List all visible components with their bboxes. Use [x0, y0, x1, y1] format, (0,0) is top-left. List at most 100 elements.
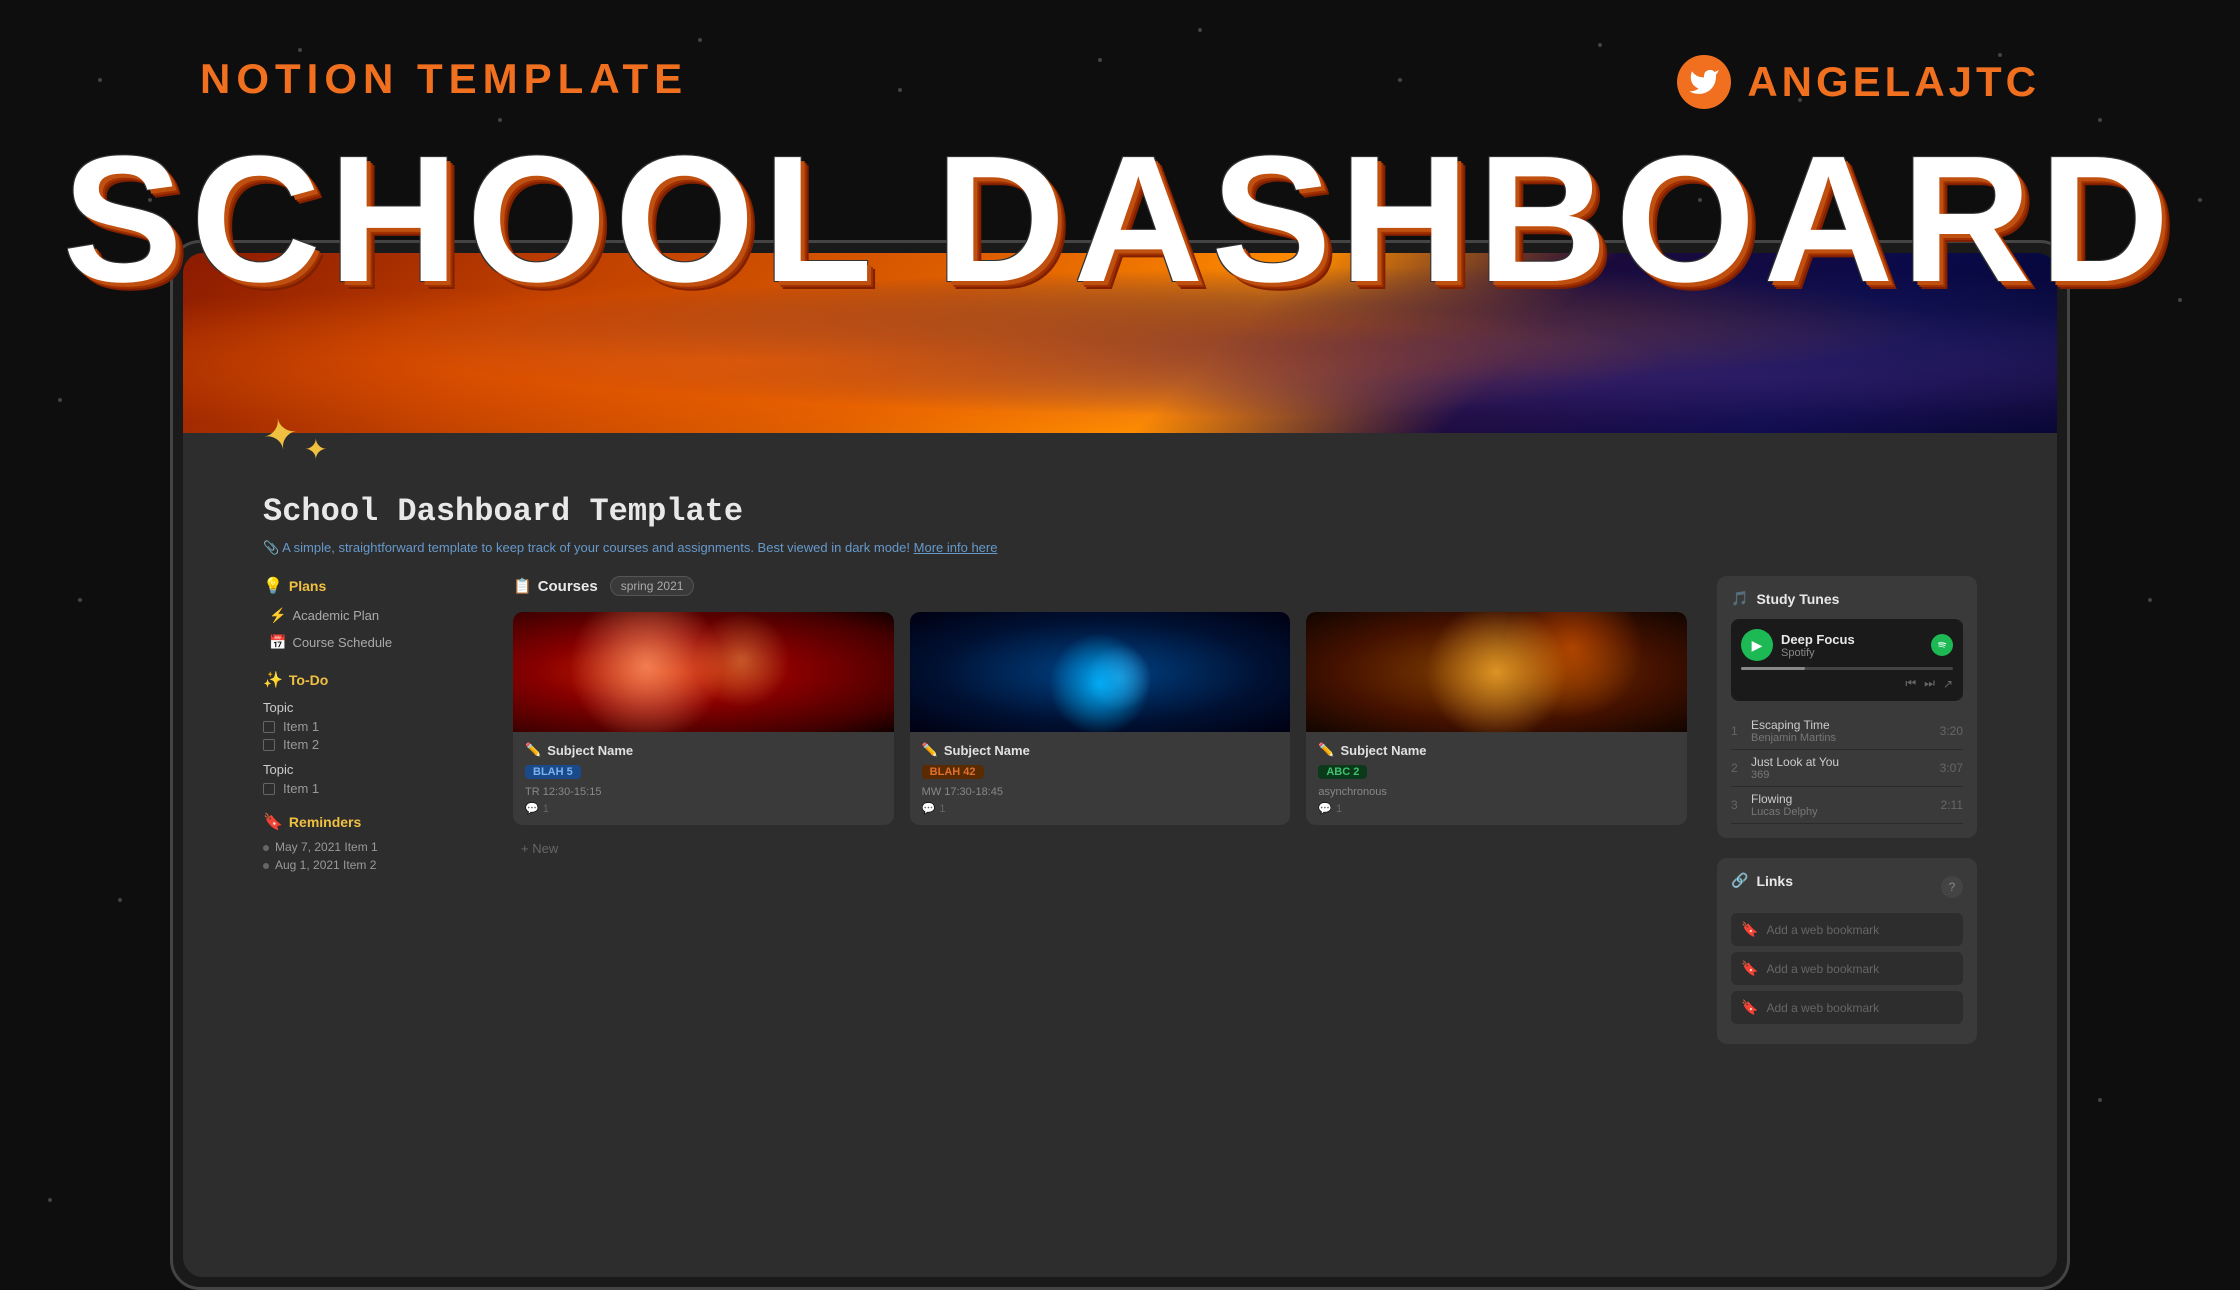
- checkbox-1-1[interactable]: [263, 721, 275, 733]
- academic-plan-label: Academic Plan: [292, 608, 379, 623]
- todo-item-1-1[interactable]: Item 1: [263, 719, 483, 734]
- course-schedule-icon: 📅: [269, 634, 286, 651]
- todo-item-label-2-1: Item 1: [283, 781, 319, 796]
- links-header: 🔗 Links: [1731, 872, 1793, 889]
- todo-label: To-Do: [289, 672, 328, 688]
- middle-panel: 📋 Courses spring 2021: [513, 576, 1687, 1044]
- share-icon[interactable]: ↗: [1943, 677, 1953, 691]
- track-artist-2: 369: [1751, 769, 1940, 781]
- notion-content: ✦ ✦ School Dashboard Template 📎 A simple…: [183, 433, 2057, 1084]
- course-info-1: ✏️ Subject Name BLAH 5 TR 12:30-15:15 💬 …: [513, 732, 894, 825]
- spotify-logo-icon: [1931, 634, 1953, 656]
- track-list: 1 Escaping Time Benjamin Martins 3:20: [1731, 713, 1963, 824]
- course-thumbnail-1: [513, 612, 894, 732]
- academic-plan-icon: ⚡: [269, 607, 286, 624]
- course-name-2: ✏️ Subject Name: [922, 742, 1279, 758]
- prev-icon[interactable]: ⏮: [1905, 676, 1916, 691]
- course-info-2: ✏️ Subject Name BLAH 42 MW 17:30-18:45 💬…: [910, 732, 1291, 825]
- link-item-2[interactable]: 🔖 Add a web bookmark: [1731, 952, 1963, 985]
- link-item-1[interactable]: 🔖 Add a web bookmark: [1731, 913, 1963, 946]
- page-subtitle: 📎 A simple, straightforward template to …: [263, 540, 1977, 556]
- todo-topic-1: Topic: [263, 700, 483, 715]
- links-header-row: 🔗 Links ?: [1731, 872, 1963, 901]
- spotify-top: ▶ Deep Focus Spotify: [1741, 629, 1953, 661]
- spotify-play-button[interactable]: ▶: [1741, 629, 1773, 661]
- academic-plan-item[interactable]: ⚡ Academic Plan: [263, 604, 483, 627]
- track-item-3[interactable]: 3 Flowing Lucas Delphy 2:11: [1731, 787, 1963, 824]
- track-duration-1: 3:20: [1940, 724, 1963, 738]
- track-num-1: 1: [1731, 724, 1751, 738]
- help-badge[interactable]: ?: [1941, 876, 1963, 898]
- twitter-handle: ANGELAJTC: [1677, 55, 2040, 109]
- add-new-button[interactable]: + New: [513, 837, 1687, 860]
- reminder-text-2: Aug 1, 2021 Item 2: [275, 858, 376, 872]
- course-schedule-2: MW 17:30-18:45: [922, 786, 1279, 798]
- spotify-progress-bar[interactable]: [1741, 667, 1953, 670]
- spotify-info: ▶ Deep Focus Spotify: [1741, 629, 1855, 661]
- course-card-1[interactable]: ✏️ Subject Name BLAH 5 TR 12:30-15:15 💬 …: [513, 612, 894, 825]
- link-item-3[interactable]: 🔖 Add a web bookmark: [1731, 991, 1963, 1024]
- courses-grid: ✏️ Subject Name BLAH 5 TR 12:30-15:15 💬 …: [513, 612, 1687, 825]
- spotify-playlist-title: Deep Focus: [1781, 632, 1855, 647]
- track-name-1: Escaping Time: [1751, 718, 1940, 732]
- course-schedule-3: asynchronous: [1318, 786, 1675, 798]
- track-duration-2: 3:07: [1940, 761, 1963, 775]
- course-schedule-1: TR 12:30-15:15: [525, 786, 882, 798]
- subtitle-link[interactable]: More info here: [914, 540, 998, 555]
- track-item-1[interactable]: 1 Escaping Time Benjamin Martins 3:20: [1731, 713, 1963, 750]
- checkbox-1-2[interactable]: [263, 739, 275, 751]
- twitter-handle-text: ANGELAJTC: [1747, 58, 2040, 106]
- course-pencil-icon-3: ✏️: [1318, 742, 1334, 758]
- links-label: Links: [1756, 873, 1793, 889]
- comment-icon-2: 💬: [922, 802, 936, 815]
- course-comments-3: 💬 1: [1318, 802, 1675, 815]
- todo-item-2-1[interactable]: Item 1: [263, 781, 483, 796]
- reminder-text-1: May 7, 2021 Item 1: [275, 840, 378, 854]
- comment-icon-3: 💬: [1318, 802, 1332, 815]
- track-item-2[interactable]: 2 Just Look at You 369 3:07: [1731, 750, 1963, 787]
- todo-item-label-1-1: Item 1: [283, 719, 319, 734]
- left-panel: 💡 Plans ⚡ Academic Plan 📅 Course Schedul…: [263, 576, 483, 1044]
- plans-icon: 💡: [263, 576, 283, 596]
- link-text-2: Add a web bookmark: [1766, 962, 1879, 976]
- course-name-1: ✏️ Subject Name: [525, 742, 882, 758]
- course-pencil-icon-2: ✏️: [922, 742, 938, 758]
- course-name-3: ✏️ Subject Name: [1318, 742, 1675, 758]
- reminder-dot-2: [263, 863, 269, 869]
- course-card-3[interactable]: ✏️ Subject Name ABC 2 asynchronous 💬 1: [1306, 612, 1687, 825]
- semester-filter[interactable]: spring 2021: [610, 576, 695, 596]
- course-thumbnail-3: [1306, 612, 1687, 732]
- study-tunes-header: 🎵 Study Tunes: [1731, 590, 1963, 607]
- links-section: 🔗 Links ? 🔖 Add a web bookmark: [1717, 858, 1977, 1044]
- course-pencil-icon-1: ✏️: [525, 742, 541, 758]
- reminder-dot-1: [263, 845, 269, 851]
- next-icon[interactable]: ⏭: [1924, 676, 1935, 691]
- course-tag-2: BLAH 42: [922, 765, 984, 779]
- checkbox-2-1[interactable]: [263, 783, 275, 795]
- track-duration-3: 2:11: [1941, 798, 1963, 812]
- todo-topic-2: Topic: [263, 762, 483, 777]
- reminders-section: 🔖 Reminders May 7, 2021 Item 1 Aug 1,: [263, 812, 483, 872]
- reminder-2: Aug 1, 2021 Item 2: [263, 858, 483, 872]
- course-tag-1: BLAH 5: [525, 765, 581, 779]
- todo-item-1-2[interactable]: Item 2: [263, 737, 483, 752]
- main-title: SCHOOL DASHBOARD: [63, 130, 2178, 310]
- reminders-label: Reminders: [289, 814, 361, 830]
- link-icon-3: 🔖: [1741, 999, 1758, 1016]
- course-card-2[interactable]: ✏️ Subject Name BLAH 42 MW 17:30-18:45 💬…: [910, 612, 1291, 825]
- track-info-2: Just Look at You 369: [1751, 755, 1940, 781]
- page-header: NOTION TEMPLATE ANGELAJTC SCHOOL DASHBOA…: [0, 55, 2240, 355]
- course-info-3: ✏️ Subject Name ABC 2 asynchronous 💬 1: [1306, 732, 1687, 825]
- todo-section: ✨ To-Do Topic Item 1 It: [263, 670, 483, 796]
- track-artist-3: Lucas Delphy: [1751, 806, 1941, 818]
- spotify-player: ▶ Deep Focus Spotify: [1731, 619, 1963, 701]
- twitter-icon: [1677, 55, 1731, 109]
- reminders-icon: 🔖: [263, 812, 283, 832]
- link-text-3: Add a web bookmark: [1766, 1001, 1879, 1015]
- study-tunes-label: Study Tunes: [1756, 591, 1839, 607]
- track-name-3: Flowing: [1751, 792, 1941, 806]
- track-name-2: Just Look at You: [1751, 755, 1940, 769]
- course-schedule-label: Course Schedule: [292, 635, 392, 650]
- course-schedule-item[interactable]: 📅 Course Schedule: [263, 631, 483, 654]
- notion-app: ✦ ✦ School Dashboard Template 📎 A simple…: [183, 253, 2057, 1277]
